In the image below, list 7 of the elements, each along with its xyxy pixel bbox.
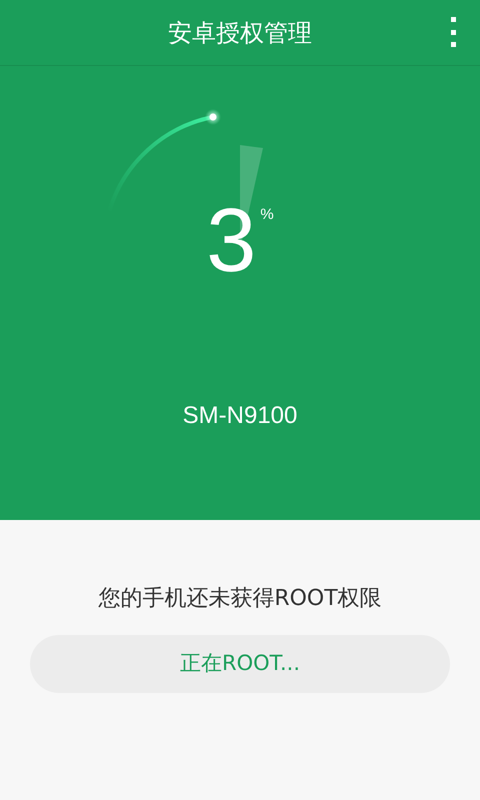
percent-sign: % <box>260 205 274 225</box>
menu-icon[interactable] <box>448 17 458 47</box>
app-title: 安卓授权管理 <box>168 18 312 48</box>
device-model: SM-N9100 <box>182 401 298 431</box>
progress-value: 3 <box>206 196 256 286</box>
status-message: 您的手机还未获得ROOT权限 <box>98 585 382 613</box>
root-button[interactable]: 正在ROOT... <box>30 635 450 693</box>
